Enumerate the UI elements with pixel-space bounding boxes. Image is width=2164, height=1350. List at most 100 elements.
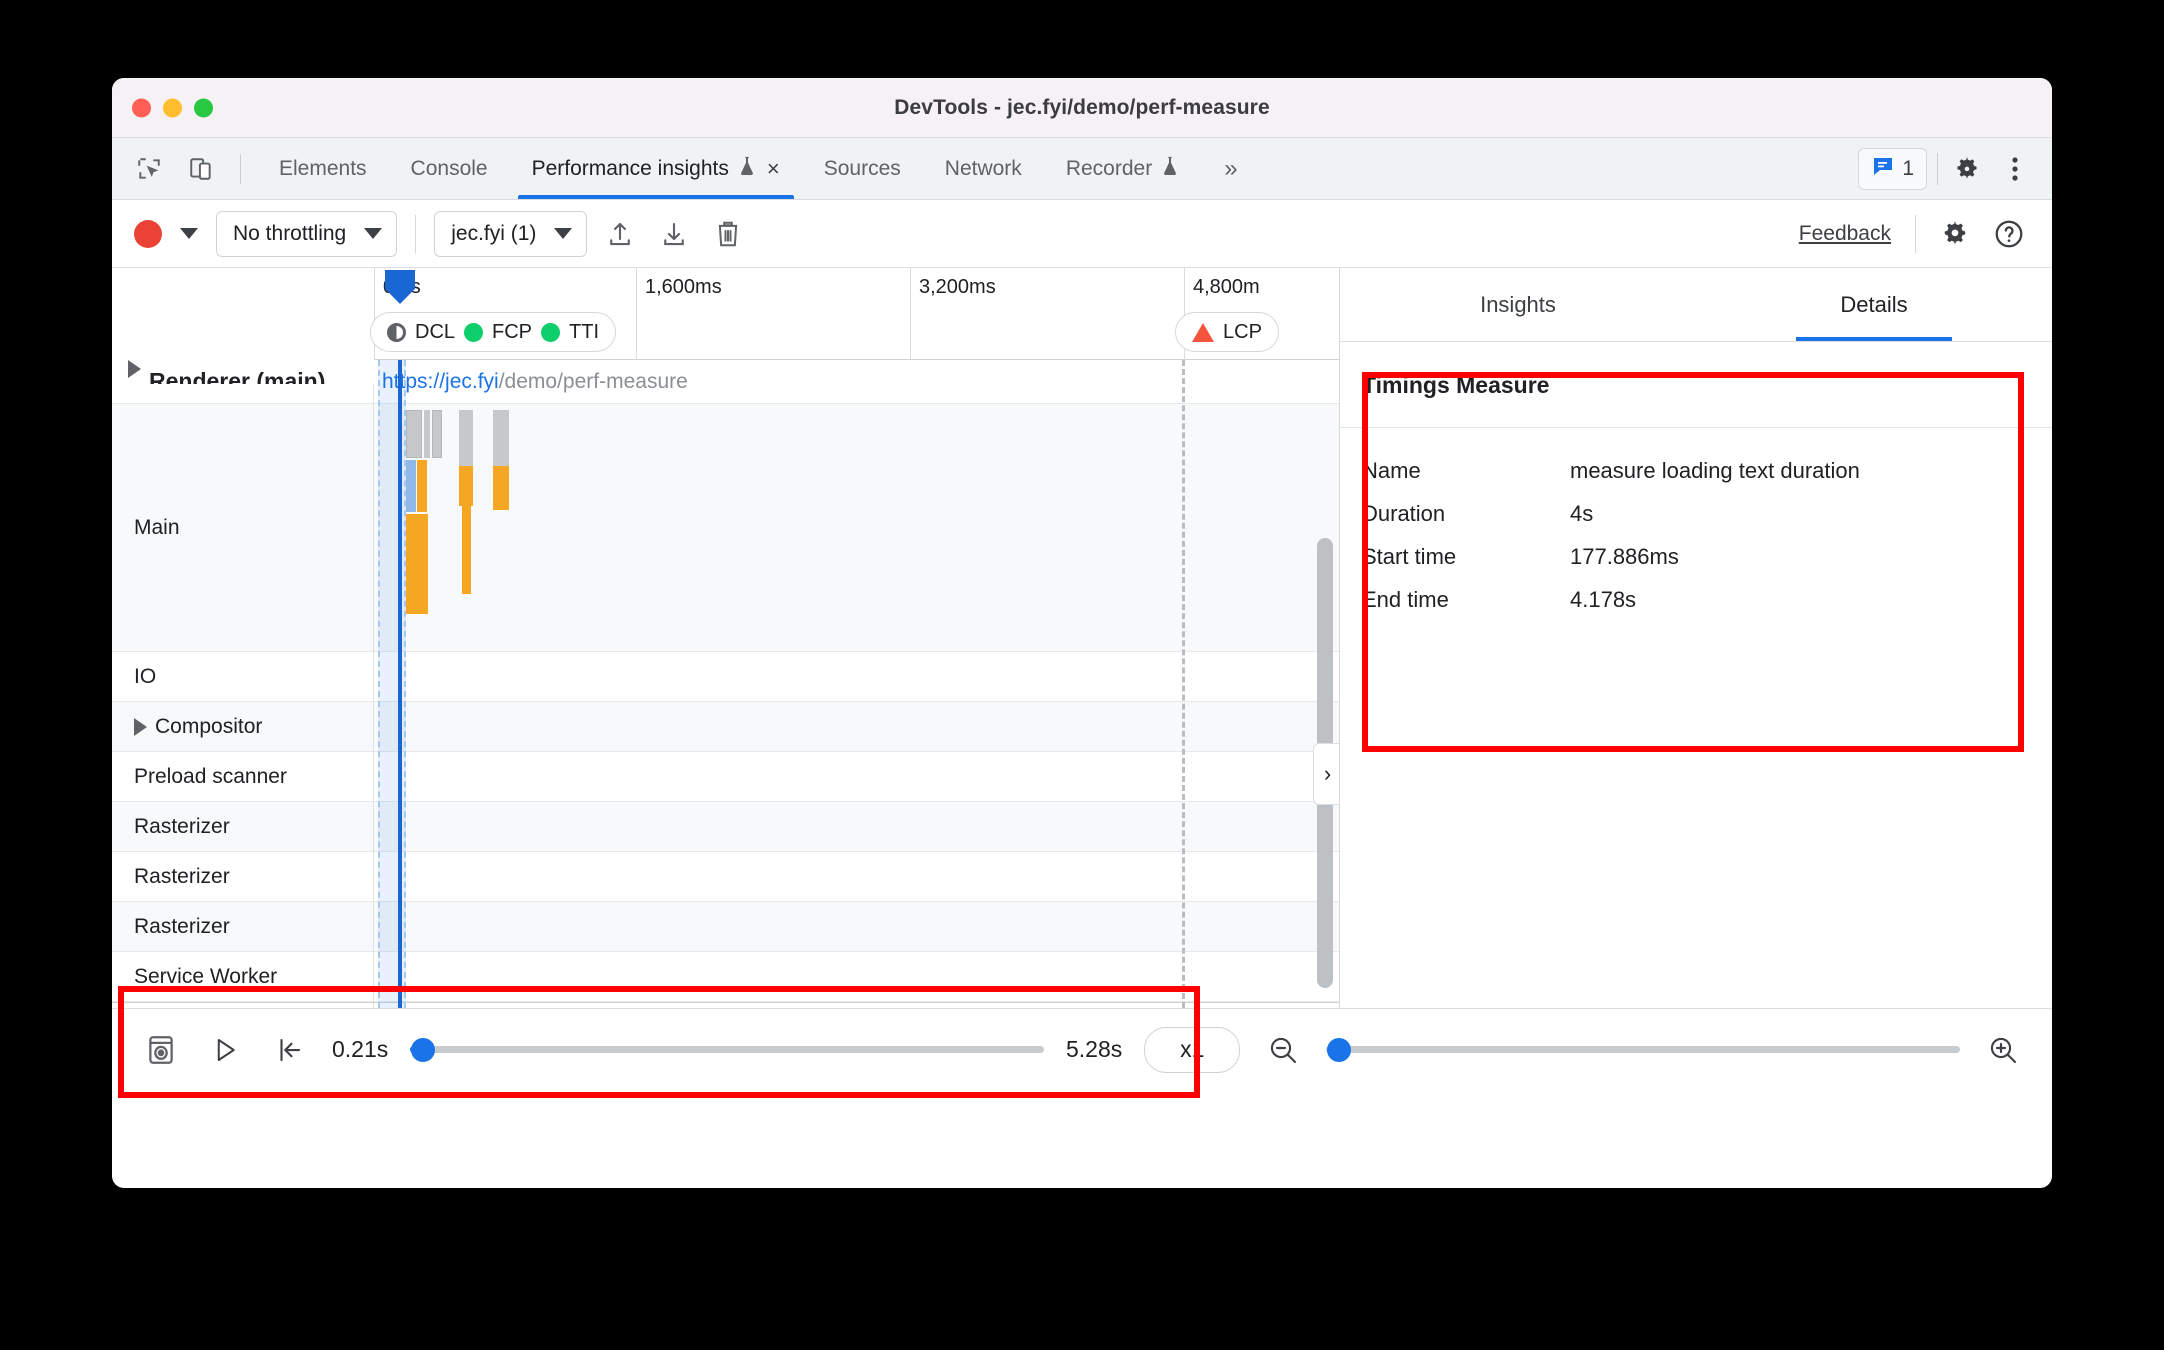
track-row-rasterizer-1[interactable]: Rasterizer [112, 802, 1339, 852]
minimize-window-button[interactable] [163, 98, 182, 117]
download-icon[interactable] [653, 213, 695, 255]
chevron-down-icon [554, 228, 573, 239]
track-label-rasterizer[interactable]: Rasterizer [112, 852, 374, 901]
track-row-preload-scanner[interactable]: Preload scanner [112, 752, 1339, 802]
track-row-compositor[interactable]: Compositor [112, 702, 1339, 752]
flame-bar[interactable] [417, 460, 427, 512]
track-row-io[interactable]: IO [112, 652, 1339, 702]
toolbar-divider [415, 214, 417, 253]
flame-bar[interactable] [406, 514, 428, 614]
issues-counter-button[interactable]: 1 [1858, 147, 1927, 190]
track-body-network[interactable]: https://jec.fyi/demo/perf-measure [374, 360, 1339, 403]
experiment-flask-icon [737, 155, 757, 183]
feedback-link[interactable]: Feedback [1799, 222, 1891, 246]
tab-details[interactable]: Details [1696, 268, 2052, 341]
marker-lcp[interactable]: LCP [1175, 312, 1279, 352]
track-body-io[interactable] [374, 652, 1339, 701]
tab-sources[interactable]: Sources [802, 138, 923, 199]
track-row-main[interactable]: Main [112, 404, 1339, 652]
track-body-service-worker[interactable] [374, 952, 1339, 1001]
window-titlebar: DevTools - jec.fyi/demo/perf-measure [112, 78, 2052, 138]
tab-console[interactable]: Console [389, 138, 510, 199]
sidebar-collapse-handle[interactable]: › [1313, 743, 1339, 805]
tab-insights[interactable]: Insights [1340, 268, 1696, 341]
zoom-window-button[interactable] [194, 98, 213, 117]
track-label-compositor[interactable]: Compositor [112, 702, 374, 751]
inspect-element-icon[interactable] [130, 150, 168, 188]
more-tabs-button[interactable]: » [1202, 138, 1259, 199]
slider-knob[interactable] [1326, 1037, 1351, 1062]
timeline-tracks[interactable]: https://jec.fyi/demo/perf-measure Main I… [112, 360, 1339, 1008]
playback-speed-button[interactable]: x1 [1144, 1026, 1241, 1073]
track-body-rasterizer-3[interactable] [374, 902, 1339, 951]
page-select[interactable]: jec.fyi (1) [434, 210, 588, 257]
track-label-preload-scanner[interactable]: Preload scanner [112, 752, 374, 801]
tab-network[interactable]: Network [923, 138, 1044, 199]
detail-value: 177.886ms [1570, 543, 1679, 569]
slider-knob[interactable] [410, 1037, 435, 1062]
playhead-line[interactable] [398, 360, 402, 1008]
track-group-header-renderer[interactable]: Renderer (main) [112, 350, 374, 384]
throttling-select[interactable]: No throttling [216, 210, 398, 257]
track-row-rasterizer-3[interactable]: Rasterizer [112, 902, 1339, 952]
record-button[interactable] [134, 219, 162, 248]
jump-to-start-icon[interactable] [268, 1029, 310, 1071]
track-row-service-worker[interactable]: Service Worker [112, 952, 1339, 1002]
sidebar-tabs: Insights Details [1340, 268, 2052, 342]
track-body-main[interactable] [374, 404, 1339, 651]
detail-key: Duration [1362, 500, 1446, 526]
flame-bar[interactable] [424, 410, 430, 458]
marker-group-load-metrics[interactable]: DCL FCP TTI [370, 312, 617, 352]
track-row-rasterizer-2[interactable]: Rasterizer [112, 852, 1339, 902]
timeline-range-slider[interactable] [410, 1037, 1044, 1062]
flame-bar[interactable] [432, 410, 442, 458]
expand-triangle-icon[interactable] [134, 717, 147, 736]
range-end-time: 5.28s [1066, 1036, 1123, 1062]
track-label-rasterizer[interactable]: Rasterizer [112, 902, 374, 951]
screenshot-icon[interactable] [140, 1029, 182, 1071]
record-options-caret-icon[interactable] [174, 219, 204, 249]
device-toolbar-icon[interactable] [182, 150, 220, 188]
tab-performance-insights[interactable]: Performance insights × [510, 138, 802, 199]
tab-elements[interactable]: Elements [257, 138, 389, 199]
track-body-compositor[interactable] [374, 702, 1339, 751]
track-label-timings[interactable]: Timings [112, 1003, 374, 1008]
flame-bar[interactable] [406, 410, 422, 458]
tab-recorder[interactable]: Recorder [1044, 138, 1202, 199]
zoom-out-icon[interactable] [1262, 1029, 1304, 1071]
flame-bar[interactable] [459, 466, 473, 506]
network-request-url[interactable]: https://jec.fyi/demo/perf-measure [382, 370, 688, 394]
track-label-service-worker[interactable]: Service Worker [112, 952, 374, 1001]
close-window-button[interactable] [132, 98, 151, 117]
trash-icon[interactable] [707, 213, 749, 255]
track-row-timings[interactable]: Timings measure loading text duration [112, 1002, 1339, 1008]
track-body-preload-scanner[interactable] [374, 752, 1339, 801]
gear-icon[interactable] [1934, 213, 1976, 255]
flame-bar[interactable] [462, 506, 471, 594]
zoom-slider[interactable] [1326, 1037, 1960, 1062]
tab-label: Console [410, 156, 488, 180]
track-label-io[interactable]: IO [112, 652, 374, 701]
track-body-rasterizer-1[interactable] [374, 802, 1339, 851]
track-label-main[interactable]: Main [112, 404, 374, 651]
dcl-icon [387, 322, 406, 342]
flame-bar[interactable] [459, 410, 473, 466]
track-body-timings[interactable]: measure loading text duration [374, 1003, 1339, 1008]
expand-triangle-icon[interactable] [128, 360, 141, 378]
track-label-rasterizer[interactable]: Rasterizer [112, 802, 374, 851]
flame-bar[interactable] [493, 410, 509, 466]
timeline-ruler[interactable]: 0ms 1,600ms 3,200ms 4,800m DCL [112, 268, 1339, 360]
kebab-menu-icon[interactable] [1996, 150, 2034, 188]
timeline-pane[interactable]: 0ms 1,600ms 3,200ms 4,800m DCL [112, 268, 1340, 1008]
play-icon[interactable] [204, 1029, 246, 1071]
flame-bar[interactable] [493, 466, 509, 510]
sidebar-tab-label: Insights [1480, 291, 1556, 317]
help-icon[interactable] [1988, 213, 2030, 255]
track-label-text: Rasterizer [134, 864, 230, 888]
flame-bar[interactable] [406, 460, 416, 512]
zoom-in-icon[interactable] [1982, 1029, 2024, 1071]
track-body-rasterizer-2[interactable] [374, 852, 1339, 901]
close-icon[interactable]: × [767, 157, 780, 180]
upload-icon[interactable] [599, 213, 641, 255]
gear-icon[interactable] [1948, 150, 1986, 188]
